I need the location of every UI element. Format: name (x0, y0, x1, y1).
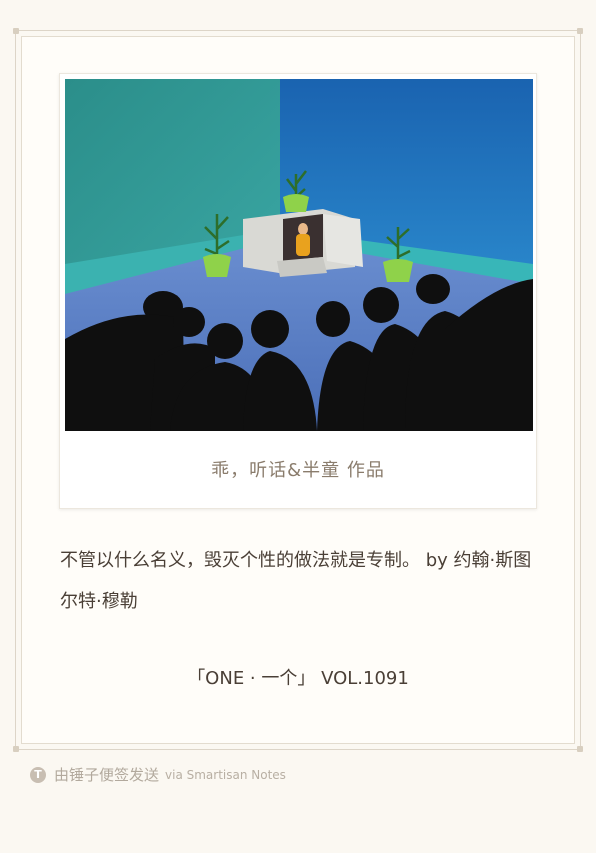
footer: T 由锤子便签发送 via Smartisan Notes (30, 764, 286, 785)
painting-illustration (65, 79, 533, 431)
corner-ornament-top-left (13, 28, 19, 34)
corner-ornament-bottom-left (13, 746, 19, 752)
corner-ornament-top-right (577, 28, 583, 34)
smartisan-logo-icon: T (30, 766, 46, 783)
footer-sub: via Smartisan Notes (165, 767, 286, 782)
volume-label: 「ONE · 一个」 VOL.1091 (187, 668, 409, 689)
artwork-caption: 乖，听话&半童 作品 (211, 460, 385, 481)
quote-text: 不管以什么名义，毁灭个性的做法就是专制。 by 约翰·斯图尔特·穆勒 (60, 550, 532, 612)
artwork-image (65, 79, 533, 431)
artwork-card: 乖，听话&半童 作品 (59, 73, 537, 509)
corner-ornament-bottom-right (577, 746, 583, 752)
footer-text: 由锤子便签发送 (54, 766, 160, 784)
